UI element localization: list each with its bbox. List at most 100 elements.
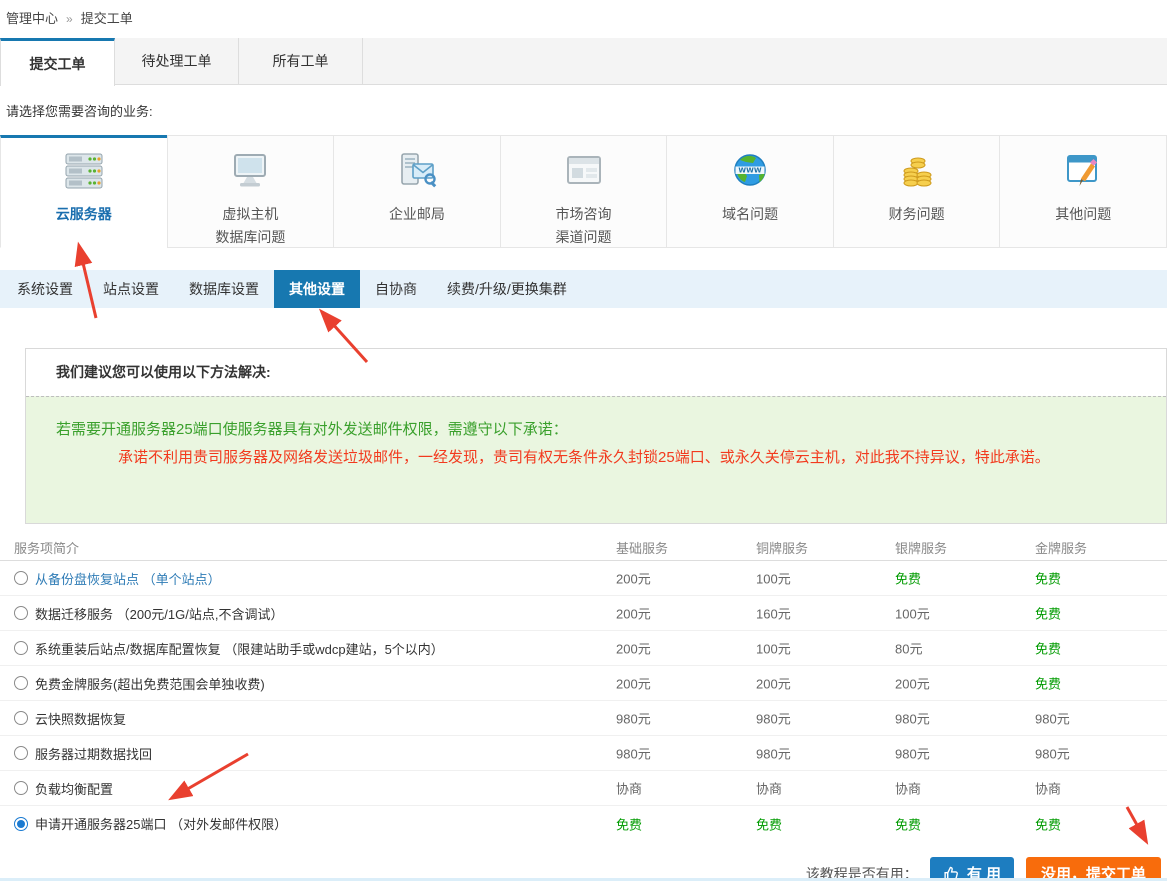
service-label[interactable]: 申请开通服务器25端口 （对外发邮件权限） <box>35 814 287 833</box>
price-basic: 200元 <box>616 674 651 693</box>
service-label[interactable]: 从备份盘恢复站点 （单个站点） <box>35 569 221 588</box>
price-basic: 免费 <box>616 814 642 833</box>
tab-label: 所有工单 <box>273 51 329 71</box>
tab-label: 待处理工单 <box>142 51 212 71</box>
price-bronze: 免费 <box>756 814 782 833</box>
subtab-site-settings[interactable]: 站点设置 <box>88 270 174 308</box>
category-label: 其他问题 <box>1000 203 1166 226</box>
service-label[interactable]: 系统重装后站点/数据库配置恢复 （限建站助手或wdcp建站，5个以内） <box>35 639 444 658</box>
suggestion-box: 我们建议您可以使用以下方法解决: 若需要开通服务器25端口使服务器具有对外发送邮… <box>25 348 1167 524</box>
price-basic: 980元 <box>616 744 651 763</box>
price-silver: 200元 <box>895 674 930 693</box>
radio-snapshot-restore[interactable] <box>14 711 28 725</box>
category-cloud-server[interactable]: 云服务器 <box>0 135 168 248</box>
table-row: 免费金牌服务(超出免费范围会单独收费) 200元 200元 200元 免费 <box>0 666 1167 701</box>
main-tabbar: 提交工单 待处理工单 所有工单 <box>0 38 1167 85</box>
price-gold: 免费 <box>1035 569 1061 588</box>
tab-label: 提交工单 <box>30 54 86 74</box>
suggestion-header: 我们建议您可以使用以下方法解决: <box>26 349 1166 396</box>
price-silver: 免费 <box>895 569 921 588</box>
price-silver: 80元 <box>895 639 922 658</box>
service-label[interactable]: 服务器过期数据找回 <box>35 744 152 763</box>
subtab-other-settings[interactable]: 其他设置 <box>274 270 360 308</box>
price-gold: 协商 <box>1035 779 1061 798</box>
price-bronze: 200元 <box>756 674 791 693</box>
subtab-self-negotiate[interactable]: 自协商 <box>360 270 432 308</box>
subtab-label: 续费/升级/更换集群 <box>447 281 567 297</box>
price-bronze: 100元 <box>756 639 791 658</box>
price-basic: 200元 <box>616 639 651 658</box>
business-categories: 云服务器 虚拟主机数据库问题 <box>0 135 1167 248</box>
category-label: 云服务器 <box>1 203 167 226</box>
market-window-icon <box>501 149 667 195</box>
subtab-label: 数据库设置 <box>189 281 259 297</box>
subtab-renew-upgrade[interactable]: 续费/升级/更换集群 <box>432 270 582 308</box>
table-row: 申请开通服务器25端口 （对外发邮件权限） 免费 免费 免费 免费 <box>0 806 1167 841</box>
tab-pending-tickets[interactable]: 待处理工单 <box>115 38 239 84</box>
radio-free-gold-service[interactable] <box>14 676 28 690</box>
radio-open-port25[interactable] <box>14 817 28 831</box>
ticket-submit-page: 管理中心»提交工单 提交工单 待处理工单 所有工单 请选择您需要咨询的业务: <box>0 0 1167 881</box>
radio-data-migration[interactable] <box>14 606 28 620</box>
category-label: 企业邮局 <box>334 203 500 226</box>
table-row: 云快照数据恢复 980元 980元 980元 980元 <box>0 701 1167 736</box>
radio-expired-data-recovery[interactable] <box>14 746 28 760</box>
breadcrumb: 管理中心»提交工单 <box>0 0 1167 27</box>
service-label[interactable]: 负载均衡配置 <box>35 779 113 798</box>
price-silver: 980元 <box>895 744 930 763</box>
price-silver: 100元 <box>895 604 930 623</box>
category-virtual-host[interactable]: 虚拟主机数据库问题 <box>167 135 335 248</box>
table-row: 数据迁移服务 （200元/1G/站点,不含调试） 200元 160元 100元 … <box>0 596 1167 631</box>
price-bronze: 协商 <box>756 779 782 798</box>
price-bronze: 160元 <box>756 604 791 623</box>
column-header: 银牌服务 <box>895 538 947 557</box>
price-gold: 980元 <box>1035 744 1070 763</box>
subtab-database-settings[interactable]: 数据库设置 <box>174 270 274 308</box>
table-row: 系统重装后站点/数据库配置恢复 （限建站助手或wdcp建站，5个以内） 200元… <box>0 631 1167 666</box>
price-gold: 980元 <box>1035 709 1070 728</box>
finance-coins-icon <box>834 149 1000 195</box>
column-header: 铜牌服务 <box>756 538 808 557</box>
breadcrumb-current: 提交工单 <box>81 11 133 26</box>
column-header: 基础服务 <box>616 538 668 557</box>
subtab-system-settings[interactable]: 系统设置 <box>2 270 88 308</box>
category-label: 市场咨询渠道问题 <box>501 203 667 249</box>
category-label: 虚拟主机数据库问题 <box>168 203 334 249</box>
category-other[interactable]: 其他问题 <box>999 135 1167 248</box>
price-gold: 免费 <box>1035 814 1061 833</box>
subtab-label: 自协商 <box>375 281 417 297</box>
service-label[interactable]: 数据迁移服务 （200元/1G/站点,不含调试） <box>35 604 283 623</box>
price-gold: 免费 <box>1035 604 1061 623</box>
mail-server-icon <box>334 149 500 195</box>
price-bronze: 980元 <box>756 709 791 728</box>
table-row: 从备份盘恢复站点 （单个站点） 200元 100元 免费 免费 <box>0 561 1167 596</box>
port25-notice: 若需要开通服务器25端口使服务器具有对外发送邮件权限，需遵守以下承诺： 承诺不利… <box>26 396 1166 523</box>
subtab-label: 系统设置 <box>17 281 73 297</box>
service-label[interactable]: 云快照数据恢复 <box>35 709 126 728</box>
category-market-channel[interactable]: 市场咨询渠道问题 <box>500 135 668 248</box>
category-finance[interactable]: 财务问题 <box>833 135 1001 248</box>
subtab-label: 站点设置 <box>103 281 159 297</box>
cloud-server-icon <box>1 149 167 195</box>
tab-all-tickets[interactable]: 所有工单 <box>239 38 363 84</box>
price-bronze: 980元 <box>756 744 791 763</box>
radio-load-balance[interactable] <box>14 781 28 795</box>
price-basic: 980元 <box>616 709 651 728</box>
tab-submit-ticket[interactable]: 提交工单 <box>0 38 115 86</box>
service-label[interactable]: 免费金牌服务(超出免费范围会单独收费) <box>35 674 265 693</box>
business-select-prompt: 请选择您需要咨询的业务: <box>6 101 1167 120</box>
table-row: 服务器过期数据找回 980元 980元 980元 980元 <box>0 736 1167 771</box>
category-enterprise-mail[interactable]: 企业邮局 <box>333 135 501 248</box>
category-domain[interactable]: WWW 域名问题 <box>666 135 834 248</box>
price-gold: 免费 <box>1035 639 1061 658</box>
price-silver: 免费 <box>895 814 921 833</box>
price-silver: 协商 <box>895 779 921 798</box>
radio-restore-from-backup[interactable] <box>14 571 28 585</box>
column-header: 服务项简介 <box>14 538 79 557</box>
breadcrumb-root[interactable]: 管理中心 <box>6 11 58 26</box>
other-note-icon <box>1000 149 1166 195</box>
service-table: 服务项简介 基础服务 铜牌服务 银牌服务 金牌服务 从备份盘恢复站点 （单个站点… <box>0 534 1167 841</box>
price-basic: 协商 <box>616 779 642 798</box>
subtab-label: 其他设置 <box>289 281 345 297</box>
radio-reinstall-restore[interactable] <box>14 641 28 655</box>
